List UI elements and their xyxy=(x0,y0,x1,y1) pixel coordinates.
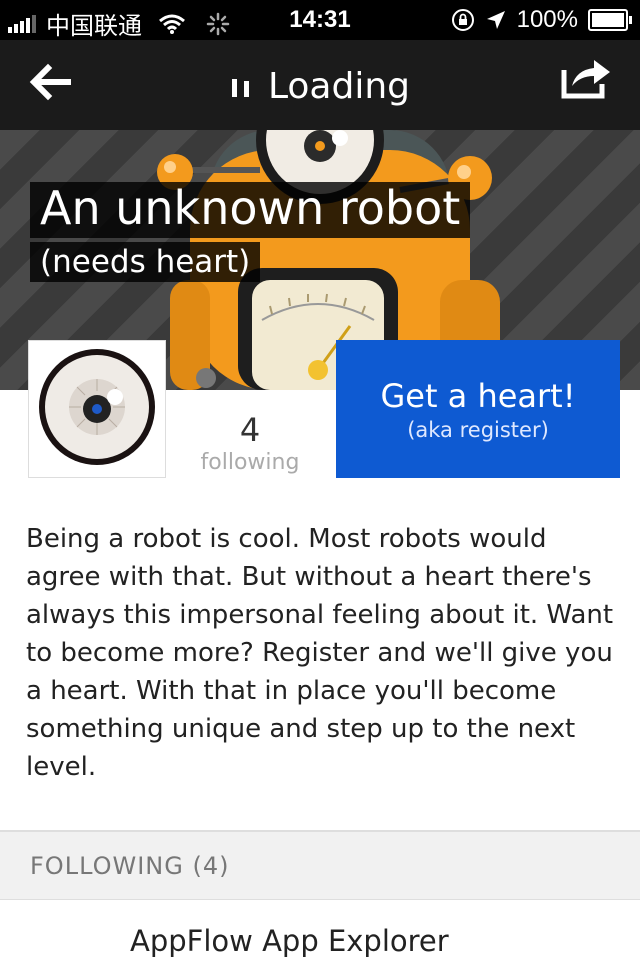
profile-name: An unknown robot xyxy=(30,182,471,238)
following-count: 4 xyxy=(239,411,261,449)
register-button-subtitle: (aka register) xyxy=(407,418,549,442)
nav-title-text: Loading xyxy=(267,66,411,107)
get-a-heart-button[interactable]: Get a heart! (aka register) xyxy=(336,340,620,478)
status-bar: 中国联通 14:31 100% xyxy=(0,0,640,40)
battery-icon xyxy=(588,9,632,31)
register-button-title: Get a heart! xyxy=(380,377,576,415)
loading-icon xyxy=(231,79,249,97)
avatar xyxy=(28,340,166,478)
following-label: following xyxy=(200,450,300,475)
following-section-title: FOLLOWING (4) xyxy=(30,852,230,880)
profile-bio: Being a robot is cool. Most robots would… xyxy=(26,524,614,782)
battery-percent: 100% xyxy=(516,6,578,33)
navigation-bar: Loading xyxy=(0,40,640,130)
nav-title: Loading xyxy=(0,66,640,107)
following-section-header: FOLLOWING (4) xyxy=(0,830,640,900)
list-item-title: AppFlow App Explorer xyxy=(130,924,449,958)
rotation-lock-icon xyxy=(451,9,474,31)
location-icon xyxy=(486,11,505,29)
status-right: 100% xyxy=(451,6,632,34)
robot-eye-avatar-icon xyxy=(39,349,155,465)
following-stat[interactable]: 4 following xyxy=(190,410,310,476)
share-icon[interactable] xyxy=(558,56,612,100)
profile-subtitle: (needs heart) xyxy=(30,242,261,282)
list-item[interactable]: AppFlow App Explorer xyxy=(0,900,640,960)
